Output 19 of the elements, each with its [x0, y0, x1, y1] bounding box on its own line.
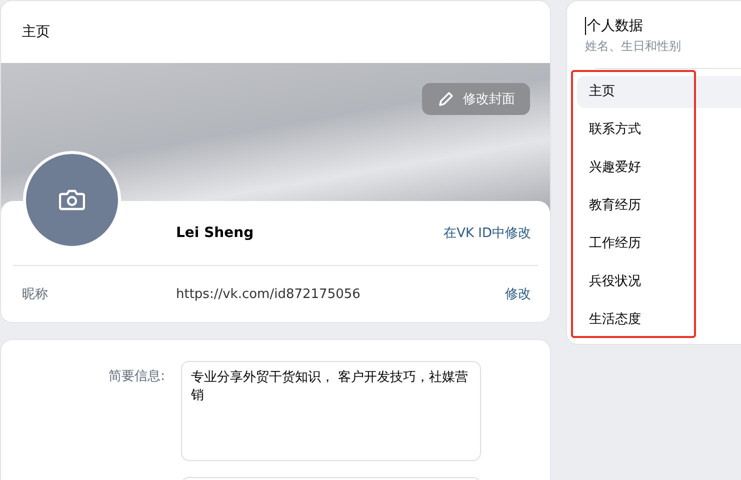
menu-item[interactable]: 主页: [577, 76, 741, 108]
menu-item[interactable]: 兴趣爱好: [577, 152, 741, 184]
menu-item[interactable]: 工作经历: [577, 228, 741, 260]
menu-item[interactable]: 联系方式: [577, 114, 741, 146]
section-title: 个人数据: [585, 17, 643, 35]
menu-item[interactable]: 教育经历: [577, 190, 741, 222]
edit-in-vk-id-link[interactable]: 在VK ID中修改: [444, 224, 531, 242]
camera-icon: [59, 189, 85, 211]
section-subtitle: 姓名、生日和性别: [585, 38, 682, 55]
user-name: Lei Sheng: [176, 225, 254, 241]
menu-item[interactable]: 生活态度: [577, 304, 741, 336]
nickname-label: 昵称: [22, 286, 49, 303]
pencil-icon: [437, 90, 455, 108]
field-label: 简要信息:: [108, 368, 165, 386]
input-field[interactable]: 专业分享外贸干货知识， 客户开发技巧，社媒营销: [181, 361, 481, 461]
menu-item[interactable]: 兵役状况: [577, 266, 741, 298]
profile-url: https://vk.com/id872175056: [176, 286, 362, 302]
card-title: 主页: [21, 23, 51, 42]
edit-link[interactable]: 修改: [505, 285, 531, 303]
